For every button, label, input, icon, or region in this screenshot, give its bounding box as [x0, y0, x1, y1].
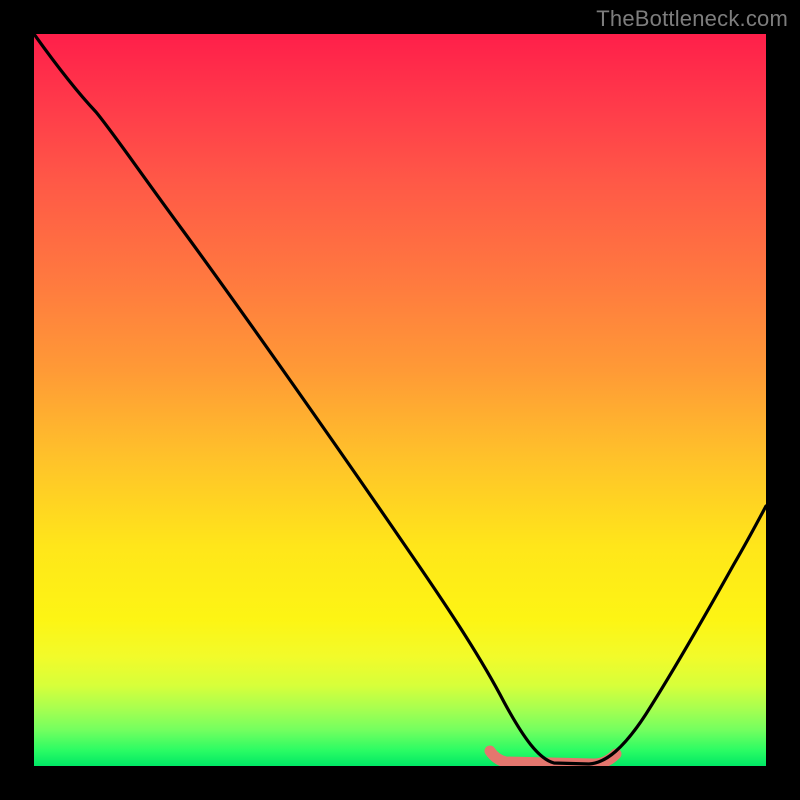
- plot-area: [34, 34, 766, 766]
- bottleneck-curve: [34, 34, 766, 766]
- curve-path: [34, 34, 766, 764]
- watermark-text: TheBottleneck.com: [596, 6, 788, 32]
- chart-frame: TheBottleneck.com: [0, 0, 800, 800]
